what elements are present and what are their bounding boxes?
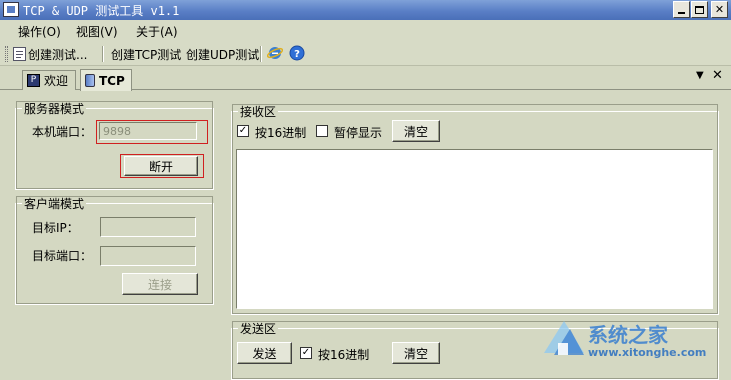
send-area-label: 发送区 (238, 320, 279, 337)
ie-icon[interactable] (266, 45, 284, 61)
help-icon[interactable]: ? (289, 45, 305, 61)
receive-hex-label: 按16进制 (255, 126, 307, 140)
menu-about[interactable]: 关于(A) (136, 23, 178, 40)
tab-list-dropdown-icon[interactable]: ▼ (696, 70, 704, 81)
port-highlight-box (96, 120, 208, 144)
tab-tcp[interactable]: TCP (80, 69, 132, 91)
target-port-label: 目标端口： (32, 249, 93, 263)
toolbar: 创建测试... 创建TCP测试 创建UDP测试 ? (0, 42, 731, 66)
tab-welcome-label: 欢迎 (44, 74, 69, 88)
send-clear-button[interactable]: 清空 (392, 342, 440, 364)
server-mode-label: 服务器模式 (22, 100, 87, 117)
send-hex-checkbox[interactable]: ✓ (300, 347, 312, 359)
toolbar-grip[interactable] (5, 46, 8, 62)
target-ip-input[interactable] (100, 217, 196, 237)
new-test-icon (13, 47, 26, 61)
pause-display-checkbox[interactable] (316, 125, 328, 137)
send-button[interactable]: 发送 (237, 342, 292, 364)
client-mode-label: 客户端模式 (22, 195, 87, 212)
tab-close-icon[interactable]: ✕ (712, 68, 723, 83)
disconnect-highlight-box (120, 154, 204, 178)
receive-area-label: 接收区 (238, 103, 279, 120)
connect-button[interactable]: 连接 (122, 273, 198, 295)
menu-operate[interactable]: 操作(O) (18, 23, 61, 40)
target-port-input[interactable] (100, 246, 196, 266)
create-udp-test-button[interactable]: 创建UDP测试 (186, 46, 259, 63)
local-port-label: 本机端口： (32, 125, 93, 139)
receive-textarea[interactable] (236, 149, 713, 309)
toolbar-separator (260, 46, 262, 62)
tab-welcome[interactable]: P 欢迎 (22, 70, 76, 90)
pause-display-label: 暂停显示 (334, 126, 383, 140)
watermark-logo-icon (544, 321, 584, 355)
watermark-title: 系统之家 (588, 323, 668, 347)
toolbar-separator (102, 46, 104, 62)
minimize-button[interactable] (673, 1, 690, 18)
maximize-icon (695, 5, 704, 14)
minimize-icon (678, 12, 685, 14)
receive-clear-button[interactable]: 清空 (392, 120, 440, 142)
close-button[interactable]: ✕ (711, 1, 728, 18)
receive-hex-checkbox[interactable]: ✓ (237, 125, 249, 137)
maximize-button[interactable] (691, 1, 708, 18)
tab-strip: P 欢迎 TCP ▼ ✕ (0, 66, 731, 91)
svg-text:?: ? (294, 49, 300, 60)
app-icon (3, 2, 19, 17)
menu-bar: 操作(O) 视图(V) 关于(A) (0, 20, 731, 42)
welcome-icon: P (27, 74, 40, 87)
window-title: TCP & UDP 测试工具 v1.1 (23, 4, 180, 18)
tab-tcp-label: TCP (99, 73, 125, 88)
menu-view[interactable]: 视图(V) (76, 23, 118, 40)
tcp-icon (85, 74, 95, 87)
create-tcp-test-button[interactable]: 创建TCP测试 (111, 46, 181, 63)
close-icon: ✕ (714, 3, 725, 16)
create-test-button[interactable]: 创建测试... (28, 46, 87, 63)
title-bar: TCP & UDP 测试工具 v1.1 ✕ (0, 0, 731, 20)
watermark-url: www.xitonghe.com (588, 346, 707, 359)
watermark: 系统之家 www.xitonghe.com (538, 311, 731, 367)
send-hex-label: 按16进制 (318, 348, 370, 362)
target-ip-label: 目标IP： (32, 221, 79, 235)
